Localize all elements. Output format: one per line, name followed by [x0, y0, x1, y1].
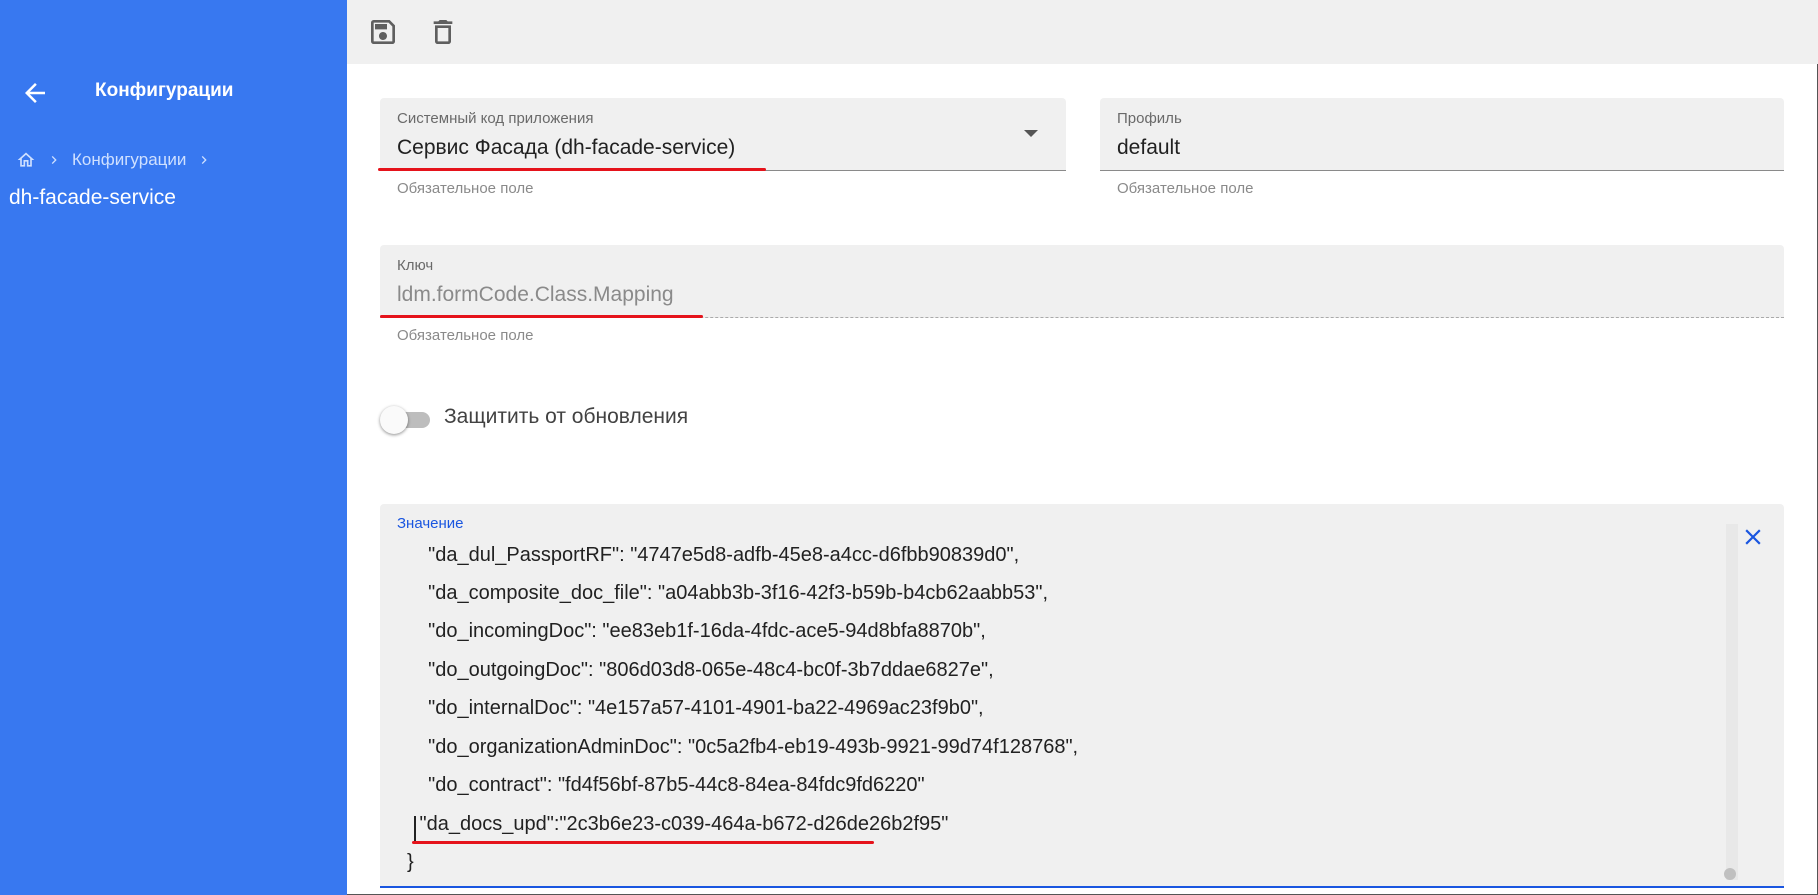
app-code-label: Системный код приложения — [397, 110, 594, 127]
profile-label: Профиль — [1117, 110, 1182, 127]
code-line: "da_docs_upd":"2c3b6e23-c039-464a-b672-d… — [414, 813, 949, 835]
sidebar: Конфигурации Конфигурации dh-facade-serv… — [0, 0, 347, 895]
profile-value: default — [1117, 136, 1181, 159]
home-icon[interactable] — [16, 150, 36, 170]
key-label: Ключ — [397, 257, 434, 274]
code-line: "da_dul_PassportRF": "4747e5d8-adfb-45e8… — [417, 544, 1020, 566]
key-hint: Обязательное поле — [397, 327, 534, 344]
app-code-value: Сервис Фасада (dh-facade-service) — [397, 136, 736, 159]
profile-hint: Обязательное поле — [1117, 180, 1254, 197]
code-line: "do_outgoingDoc": "806d03d8-065e-48c4-bc… — [417, 659, 994, 681]
annotation-underline — [380, 315, 703, 318]
profile-field[interactable]: Профиль default — [1100, 98, 1784, 171]
code-line: "do_internalDoc": "4e157a57-4101-4901-ba… — [417, 697, 984, 719]
protect-toggle-label: Защитить от обновления — [444, 405, 689, 428]
annotation-underline — [412, 841, 874, 844]
resize-handle[interactable] — [1724, 868, 1736, 880]
chevron-right-icon — [196, 152, 212, 168]
app-code-select[interactable]: Системный код приложения Сервис Фасада (… — [380, 98, 1066, 171]
value-textarea[interactable]: Значение "da_dul_PassportRF": "4747e5d8-… — [380, 504, 1784, 888]
scrollbar-track[interactable] — [1726, 524, 1738, 880]
toggle-thumb — [380, 406, 408, 434]
breadcrumb-link-configurations[interactable]: Конфигурации — [72, 150, 186, 170]
dropdown-arrow-icon[interactable] — [1024, 130, 1038, 137]
delete-icon[interactable] — [427, 16, 459, 48]
value-label: Значение — [397, 515, 464, 532]
app-code-hint: Обязательное поле — [397, 180, 534, 197]
code-line: "do_contract": "fd4f56bf-87b5-44c8-84ea-… — [417, 774, 925, 796]
key-value: ldm.formCode.Class.Mapping — [397, 283, 674, 306]
chevron-right-icon — [46, 152, 62, 168]
code-line: "da_composite_doc_file": "a04abb3b-3f16-… — [417, 582, 1049, 604]
code-line: "do_incomingDoc": "ee83eb1f-16da-4fdc-ac… — [417, 620, 986, 642]
back-arrow-icon[interactable] — [20, 78, 50, 108]
close-icon[interactable] — [1740, 524, 1766, 550]
save-icon[interactable] — [367, 16, 399, 48]
code-line: } — [407, 851, 414, 873]
protect-toggle[interactable] — [380, 404, 434, 434]
breadcrumb-current: dh-facade-service — [9, 186, 176, 209]
breadcrumb: Конфигурации — [16, 150, 212, 170]
annotation-underline — [378, 168, 766, 171]
code-line: "do_organizationAdminDoc": "0c5a2fb4-eb1… — [417, 736, 1079, 758]
key-field: Ключ ldm.formCode.Class.Mapping — [380, 245, 1784, 318]
text-caret — [414, 816, 416, 842]
sidebar-title: Конфигурации — [95, 80, 234, 101]
toolbar — [347, 0, 1818, 64]
